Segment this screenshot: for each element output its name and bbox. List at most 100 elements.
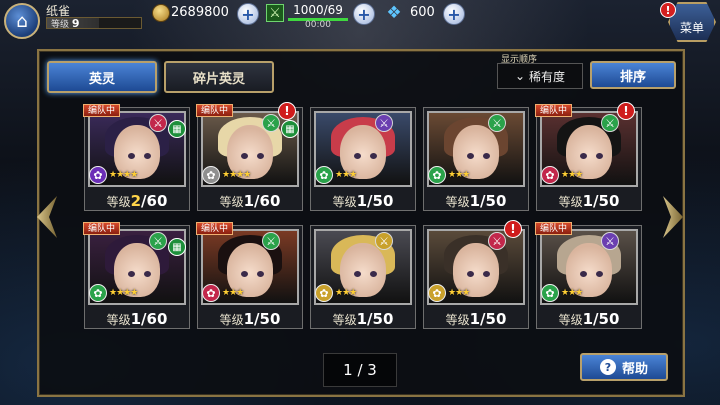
hero-level: 等级1/50 (424, 192, 528, 210)
in-squad-tag: 编队中 (535, 104, 573, 117)
level-current: 2 (130, 192, 142, 210)
level-label: 等级 (445, 195, 470, 209)
add-gems-button[interactable]: + (443, 3, 465, 25)
page-indicator: 1 / 3 (323, 353, 397, 387)
hero-level: 等级1/50 (424, 310, 528, 328)
weapon-class-icon: ⚔ (488, 114, 506, 132)
hero-card[interactable]: 编队中 ⚔ ▦ ✿ ★★★★ 等级2/60 (83, 104, 190, 211)
stamina-value: 1000/69 (293, 3, 343, 17)
level-max: /60 (141, 192, 168, 210)
element-icon: ✿ (89, 284, 107, 302)
level-max: /50 (480, 310, 507, 328)
gem-icon: ❖ (386, 3, 402, 23)
level-label: 等级 (558, 313, 583, 327)
rarity-stars: ★★★★ (109, 288, 138, 298)
alert-icon: ! (504, 220, 522, 238)
level-current: 1 (243, 310, 255, 328)
hero-eye (596, 153, 603, 159)
hero-card[interactable]: ⚔ ✿ ★★★ 等级1/50 (310, 225, 416, 329)
hero-eye (257, 271, 264, 277)
top-bar: ⌂ 纸雀 等级 9 2689800 + ⚔ 1000/69 00:00 + ❖ … (0, 0, 720, 42)
weapon-class-icon: ⚔ (375, 114, 393, 132)
help-icon: ? (599, 359, 616, 375)
help-button[interactable]: ? 帮助 (580, 353, 668, 381)
book-icon: ▦ (168, 120, 186, 138)
level-label: 等级 (332, 313, 357, 327)
rarity-stars: ★★★★ (109, 170, 138, 180)
hero-card[interactable]: 编队中 ⚔! ✿ ★★★ 等级1/50 (535, 102, 642, 211)
book-icon: ▦ (281, 120, 299, 138)
element-icon: ✿ (541, 284, 559, 302)
level-max: /50 (480, 192, 507, 210)
add-coins-button[interactable]: + (237, 3, 259, 25)
hero-eye (144, 271, 151, 277)
hero-eye (467, 153, 474, 159)
sort-order-value: 稀有度 (529, 69, 566, 84)
hero-eye (580, 271, 587, 277)
hero-eye (370, 271, 377, 277)
level-label: 等级 (332, 195, 357, 209)
level-max: /50 (367, 310, 394, 328)
hero-card[interactable]: ⚔ ✿ ★★★ 等级1/50 (310, 107, 416, 211)
hero-card[interactable]: ⚔! ✿ ★★★ 等级1/50 (423, 220, 529, 329)
level-current: 1 (582, 310, 594, 328)
level-max: /50 (593, 310, 620, 328)
weapon-class-icon: ⚔ (488, 232, 506, 250)
rarity-stars: ★★★ (222, 288, 244, 298)
help-label: 帮助 (621, 361, 648, 377)
rarity-stars: ★★★ (335, 170, 357, 180)
level-current: 1 (130, 310, 142, 328)
hero-level: 等级1/50 (537, 310, 641, 328)
player-level: 等级 9 (51, 17, 80, 30)
in-squad-tag: 编队中 (83, 222, 121, 235)
hero-list-panel: 英灵 碎片英灵 显示顺序 ⌄ 稀有度 排序 编队中 ⚔ ▦ ✿ ★★★★ 等级2/60 编队… (37, 49, 685, 397)
in-squad-tag: 编队中 (196, 222, 234, 235)
home-icon: ⌂ (16, 10, 28, 32)
weapon-class-icon: ⚔ (601, 232, 619, 250)
home-button[interactable]: ⌂ (4, 3, 40, 39)
element-icon: ✿ (541, 166, 559, 184)
rarity-stars: ★★★★ (222, 170, 251, 180)
level-max: /50 (593, 192, 620, 210)
weapon-class-icon: ⚔ (262, 232, 280, 250)
level-max: /50 (254, 310, 281, 328)
add-stamina-button[interactable]: + (353, 3, 375, 25)
hero-level: 等级1/50 (311, 192, 415, 210)
tab-heroes[interactable]: 英灵 (47, 61, 157, 93)
element-icon: ✿ (202, 166, 220, 184)
hero-card[interactable]: 编队中 ⚔ ✿ ★★★ 等级1/50 (535, 222, 642, 329)
element-icon: ✿ (315, 166, 333, 184)
tab-hero-fragments[interactable]: 碎片英灵 (164, 61, 274, 93)
level-max: /60 (141, 310, 168, 328)
element-icon: ✿ (428, 284, 446, 302)
hero-eye (483, 271, 490, 277)
coin-icon (152, 4, 170, 22)
hero-card[interactable]: 编队中 ⚔ ✿ ★★★ 等级1/50 (196, 222, 303, 329)
element-icon: ✿ (428, 166, 446, 184)
hero-card-grid: 编队中 ⚔ ▦ ✿ ★★★★ 等级2/60 编队中 ⚔ ▦! ✿ ★★★★ 等级1/60 ⚔ ✿ ★★★ 等级… (83, 102, 644, 337)
hero-card[interactable]: ⚔ ✿ ★★★ 等级1/50 (423, 107, 529, 211)
hero-eye (354, 271, 361, 277)
level-label: 等级 (106, 313, 131, 327)
stamina-timer: 00:00 (305, 20, 331, 30)
hero-eye (128, 153, 135, 159)
weapon-class-icon: ⚔ (149, 114, 167, 132)
sort-order-select[interactable]: ⌄ 稀有度 (497, 63, 583, 89)
in-squad-tag: 编队中 (535, 222, 573, 235)
sort-button[interactable]: 排序 (590, 61, 676, 89)
hero-card[interactable]: 编队中 ⚔ ▦! ✿ ★★★★ 等级1/60 (196, 102, 303, 211)
level-current: 1 (243, 192, 255, 210)
weapon-class-icon: ⚔ (262, 114, 280, 132)
level-current: 1 (469, 310, 481, 328)
level-current: 1 (356, 310, 368, 328)
in-squad-tag: 编队中 (196, 104, 234, 117)
book-icon: ▦ (168, 238, 186, 256)
hero-level: 等级1/50 (198, 310, 302, 328)
hero-eye (467, 271, 474, 277)
hero-eye (241, 271, 248, 277)
hero-eye (483, 153, 490, 159)
hero-eye (596, 271, 603, 277)
rarity-stars: ★★★ (448, 170, 470, 180)
hero-card[interactable]: 编队中 ⚔ ▦ ✿ ★★★★ 等级1/60 (83, 222, 190, 329)
hero-eye (257, 153, 264, 159)
